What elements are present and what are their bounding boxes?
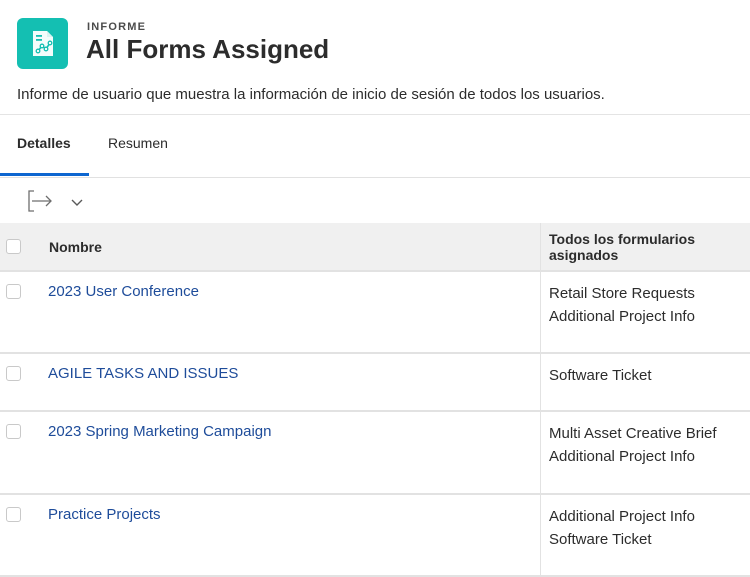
row-checkbox[interactable] bbox=[6, 284, 21, 299]
form-name: Multi Asset Creative Brief bbox=[549, 423, 750, 446]
page-title: All Forms Assigned bbox=[86, 34, 329, 65]
form-name: Additional Project Info bbox=[549, 446, 750, 469]
form-name: Additional Project Info bbox=[549, 506, 750, 529]
table-row: AGILE TASKS AND ISSUES Software Ticket bbox=[0, 353, 750, 411]
report-type-label: INFORME bbox=[87, 21, 146, 33]
forms-cell: Retail Store Requests Additional Project… bbox=[541, 271, 750, 353]
row-checkbox[interactable] bbox=[6, 366, 21, 381]
table-row: 2023 Spring Marketing Campaign Multi Ass… bbox=[0, 411, 750, 494]
project-link[interactable]: AGILE TASKS AND ISSUES bbox=[48, 365, 238, 382]
project-link[interactable]: 2023 Spring Marketing Campaign bbox=[48, 423, 271, 440]
project-link[interactable]: 2023 User Conference bbox=[48, 283, 199, 300]
chevron-down-icon bbox=[70, 197, 84, 209]
row-checkbox[interactable] bbox=[6, 424, 21, 439]
export-button[interactable] bbox=[26, 189, 54, 213]
column-header-name[interactable]: Nombre bbox=[30, 223, 541, 271]
form-name: Software Ticket bbox=[549, 529, 750, 552]
forms-cell: Software Ticket bbox=[541, 353, 750, 411]
form-name: Retail Store Requests bbox=[549, 283, 750, 306]
active-tab-indicator bbox=[0, 173, 89, 176]
report-description: Informe de usuario que muestra la inform… bbox=[17, 86, 605, 103]
tab-resumen[interactable]: Resumen bbox=[108, 135, 168, 151]
project-link[interactable]: Practice Projects bbox=[48, 506, 161, 523]
report-chart-icon bbox=[17, 18, 68, 69]
forms-cell: Additional Project Info Software Ticket bbox=[541, 494, 750, 576]
export-icon bbox=[26, 189, 54, 213]
column-header-forms[interactable]: Todos los formularios asignados bbox=[541, 223, 750, 271]
tab-detalles[interactable]: Detalles bbox=[17, 135, 71, 151]
select-all-cell bbox=[0, 223, 30, 271]
toolbar bbox=[0, 178, 750, 223]
form-name: Software Ticket bbox=[549, 365, 750, 388]
table-row: Practice Projects Additional Project Inf… bbox=[0, 494, 750, 576]
table-header-row: Nombre Todos los formularios asignados bbox=[0, 223, 750, 271]
export-options-dropdown[interactable] bbox=[70, 196, 84, 208]
form-name: Additional Project Info bbox=[549, 306, 750, 329]
tab-bar: Detalles Resumen bbox=[0, 115, 750, 178]
row-checkbox[interactable] bbox=[6, 507, 21, 522]
table-row: 2023 User Conference Retail Store Reques… bbox=[0, 271, 750, 353]
forms-cell: Multi Asset Creative Brief Additional Pr… bbox=[541, 411, 750, 494]
report-table: Nombre Todos los formularios asignados 2… bbox=[0, 223, 750, 577]
select-all-checkbox[interactable] bbox=[6, 239, 21, 254]
